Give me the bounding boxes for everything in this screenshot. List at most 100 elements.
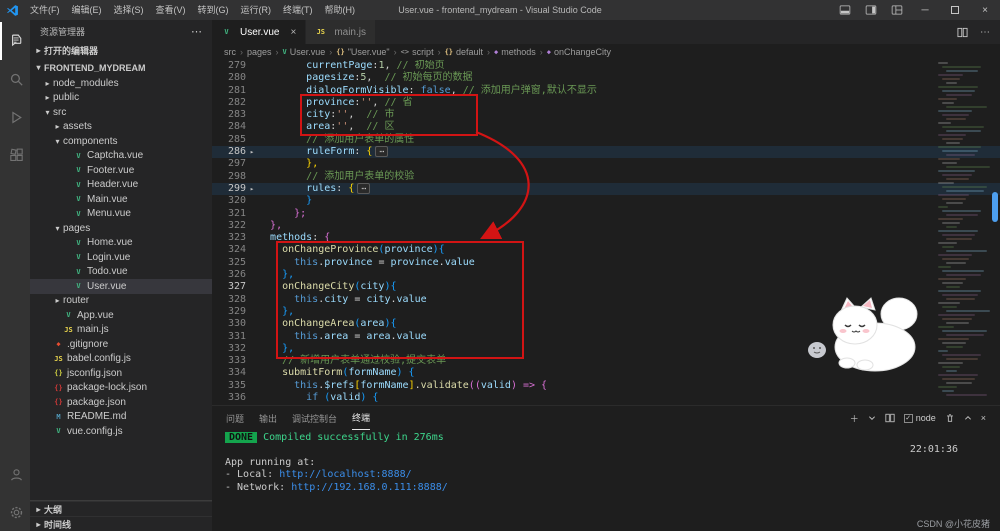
- run-and-debug-icon[interactable]: [0, 98, 30, 136]
- minimize-button[interactable]: ─: [910, 0, 940, 20]
- menu-item[interactable]: 查看(V): [150, 0, 192, 20]
- menu-item[interactable]: 文件(F): [24, 0, 66, 20]
- tab-User.vue[interactable]: V User.vue ×: [212, 20, 307, 44]
- code-line[interactable]: 324 onChangeProvince(province){: [212, 244, 1000, 256]
- panel-tab-调试控制台[interactable]: 调试控制台: [292, 406, 337, 430]
- tree-item-Footer.vue[interactable]: V Footer.vue: [30, 163, 212, 178]
- code-line[interactable]: 336 if (valid) {: [212, 392, 1000, 404]
- tree-item-App.vue[interactable]: V App.vue: [30, 308, 212, 323]
- folded-region-chip[interactable]: ⋯: [357, 182, 371, 194]
- breadcrumb-item-6[interactable]: {} default: [445, 47, 483, 57]
- folded-region-chip[interactable]: ⋯: [375, 146, 389, 158]
- new-terminal-icon[interactable]: ＋: [850, 412, 859, 425]
- tree-item-Todo.vue[interactable]: V Todo.vue: [30, 265, 212, 280]
- code-line[interactable]: 282 province:'', // 省: [212, 97, 1000, 109]
- tree-item-vue.config.js[interactable]: Vvue.config.js: [30, 424, 212, 439]
- customize-layout-icon[interactable]: [884, 0, 910, 20]
- sidebar-section-大纲[interactable]: ▸ 大纲: [30, 501, 212, 516]
- code-line[interactable]: 326 },: [212, 269, 1000, 281]
- tree-item-src[interactable]: ▾ src: [30, 105, 212, 120]
- search-icon[interactable]: [0, 60, 30, 98]
- breadcrumb-item-4[interactable]: {} "User.vue": [336, 47, 389, 57]
- tree-item-Login.vue[interactable]: V Login.vue: [30, 250, 212, 265]
- tree-item-Header.vue[interactable]: V Header.vue: [30, 178, 212, 193]
- more-actions-icon[interactable]: ⋯: [980, 27, 990, 38]
- explorer-more-actions-icon[interactable]: ⋯: [191, 25, 202, 38]
- menu-item[interactable]: 选择(S): [108, 0, 150, 20]
- tree-item-main.js[interactable]: JS main.js: [30, 323, 212, 338]
- panel-tab-输出[interactable]: 输出: [259, 406, 277, 430]
- kill-terminal-icon[interactable]: [945, 413, 955, 423]
- close-panel-icon[interactable]: ×: [981, 413, 986, 423]
- code-line[interactable]: 285 // 添加用户表单的属性: [212, 134, 1000, 146]
- tree-item-node_modules[interactable]: ▸ node_modules: [30, 76, 212, 91]
- code-line[interactable]: 281 dialogFormVisible: false, // 添加用户弹窗,…: [212, 85, 1000, 97]
- terminal-process-badge[interactable]: ✓ node: [903, 413, 936, 423]
- server-url-link[interactable]: http://localhost:8888/: [279, 469, 411, 480]
- terminal-output[interactable]: 22:01:36 DONE Compiled successfully in 2…: [212, 430, 1000, 516]
- menu-item[interactable]: 编辑(E): [66, 0, 108, 20]
- code-line[interactable]: 284 area:'', // 区: [212, 121, 1000, 133]
- code-line[interactable]: 325 this.province = province.value: [212, 257, 1000, 269]
- tree-item-router[interactable]: ▸ router: [30, 294, 212, 309]
- code-line[interactable]: 320 }: [212, 195, 1000, 207]
- sidebar-section-时间线[interactable]: ▸ 时间线: [30, 516, 212, 531]
- menu-item[interactable]: 终端(T): [277, 0, 319, 20]
- tree-item-User.vue[interactable]: V User.vue: [30, 279, 212, 294]
- toggle-panel-icon[interactable]: [832, 0, 858, 20]
- toggle-secondary-sidebar-icon[interactable]: [858, 0, 884, 20]
- code-editor[interactable]: 279 currentPage:1, // 初始页 280 pagesize:5,…: [212, 60, 1000, 405]
- tree-item-Captcha.vue[interactable]: V Captcha.vue: [30, 149, 212, 164]
- code-line[interactable]: 297 },: [212, 158, 1000, 170]
- code-line[interactable]: 335 this.$refs[formName].validate((valid…: [212, 380, 1000, 392]
- split-terminal-icon[interactable]: [885, 413, 895, 423]
- code-line[interactable]: 280 pagesize:5, // 初始每页的数据: [212, 72, 1000, 84]
- tree-item-jsconfig.json[interactable]: {} jsconfig.json: [30, 366, 212, 381]
- code-line[interactable]: 286 ▸ ruleForm: {⋯: [212, 146, 1000, 159]
- tree-item-babel.config.js[interactable]: JS babel.config.js: [30, 352, 212, 367]
- tree-item-package.json[interactable]: {} package.json: [30, 395, 212, 410]
- breadcrumb-item-5[interactable]: <> script: [401, 47, 434, 57]
- tree-item-package-lock.json[interactable]: {} package-lock.json: [30, 381, 212, 396]
- editor-scrollbar[interactable]: [990, 60, 1000, 405]
- breadcrumb-item-7[interactable]: ◆ methods: [494, 47, 536, 57]
- tree-item-assets[interactable]: ▸ assets: [30, 120, 212, 135]
- tree-item-README.md[interactable]: M README.md: [30, 410, 212, 425]
- code-line[interactable]: 299 ▸ rules: {⋯: [212, 182, 1000, 196]
- breadcrumb-item-2[interactable]: pages: [247, 47, 272, 57]
- tree-item-Main.vue[interactable]: V Main.vue: [30, 192, 212, 207]
- menu-item[interactable]: 转到(G): [192, 0, 235, 20]
- code-line[interactable]: 283 city:'', // 市: [212, 109, 1000, 121]
- menu-item[interactable]: 帮助(H): [319, 0, 362, 20]
- breadcrumb-item-1[interactable]: src: [224, 47, 236, 57]
- panel-tab-终端[interactable]: 终端: [352, 406, 371, 430]
- tree-item-Home.vue[interactable]: V Home.vue: [30, 236, 212, 251]
- tree-item-public[interactable]: ▸ public: [30, 91, 212, 106]
- minimap[interactable]: [936, 60, 990, 405]
- tree-item-pages[interactable]: ▾ pages: [30, 221, 212, 236]
- code-line[interactable]: 321 };: [212, 208, 1000, 220]
- panel-tab-问题[interactable]: 问题: [226, 406, 244, 430]
- settings-icon[interactable]: [0, 493, 30, 531]
- tree-item-Menu.vue[interactable]: V Menu.vue: [30, 207, 212, 222]
- server-url-link[interactable]: http://192.168.0.111:8888/: [291, 482, 448, 493]
- code-line[interactable]: 298 // 添加用户表单的校验: [212, 171, 1000, 183]
- fold-collapsed-icon[interactable]: ▸: [246, 146, 258, 158]
- open-editors-section[interactable]: ▸ 打开的编辑器: [30, 42, 212, 59]
- maximize-button[interactable]: [940, 0, 970, 20]
- explorer-icon[interactable]: [0, 22, 30, 60]
- close-button[interactable]: ×: [970, 0, 1000, 20]
- scrollbar-thumb[interactable]: [992, 192, 998, 222]
- maximize-panel-chevron-icon[interactable]: [964, 414, 972, 422]
- close-tab-icon[interactable]: ×: [290, 27, 296, 38]
- breadcrumb-item-8[interactable]: ◆ onChangeCity: [547, 47, 611, 57]
- extensions-icon[interactable]: [0, 136, 30, 174]
- split-editor-icon[interactable]: [957, 27, 968, 38]
- tree-item-.gitignore[interactable]: ◆ .gitignore: [30, 337, 212, 352]
- terminal-picker-chevron-icon[interactable]: [868, 414, 876, 422]
- project-root-section[interactable]: ▾ FRONTEND_MYDREAM: [30, 59, 212, 76]
- code-line[interactable]: 279 currentPage:1, // 初始页: [212, 60, 1000, 72]
- tree-item-components[interactable]: ▾ components: [30, 134, 212, 149]
- code-line[interactable]: 323 methods: {: [212, 232, 1000, 244]
- account-icon[interactable]: [0, 455, 30, 493]
